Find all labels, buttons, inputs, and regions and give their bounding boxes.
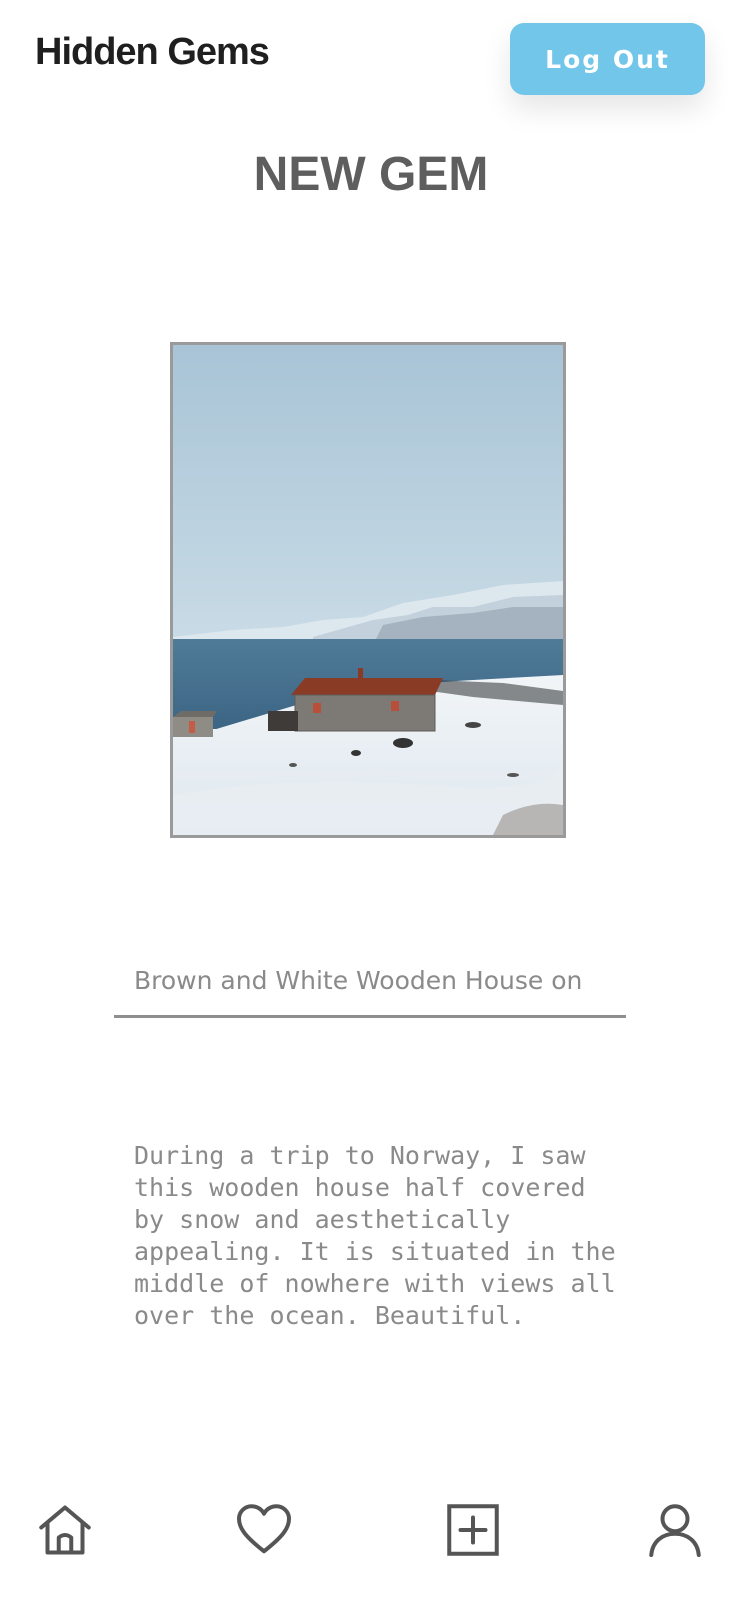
header: Hidden Gems Log Out (0, 0, 742, 118)
gem-photo[interactable] (170, 342, 566, 838)
nav-home[interactable] (33, 1498, 97, 1562)
user-icon (649, 1504, 701, 1557)
heart-icon (237, 1504, 291, 1554)
home-icon (39, 1505, 91, 1555)
nav-profile[interactable] (643, 1498, 707, 1562)
nav-add-gem[interactable] (441, 1498, 505, 1562)
page-title: NEW GEM (253, 148, 489, 201)
app-brand: Hidden Gems (35, 31, 270, 73)
gem-description-input[interactable]: During a trip to Norway, I saw this wood… (134, 1140, 620, 1380)
add-square-icon (447, 1504, 499, 1556)
logout-button[interactable]: Log Out (510, 23, 705, 95)
gem-photo-image (173, 345, 563, 835)
gem-name-input[interactable] (114, 945, 626, 1018)
new-gem-page: Hidden Gems Log Out NEW GEM Brown and Wh… (0, 0, 742, 1599)
nav-favorites[interactable] (232, 1498, 296, 1562)
bottom-nav (0, 1498, 742, 1599)
